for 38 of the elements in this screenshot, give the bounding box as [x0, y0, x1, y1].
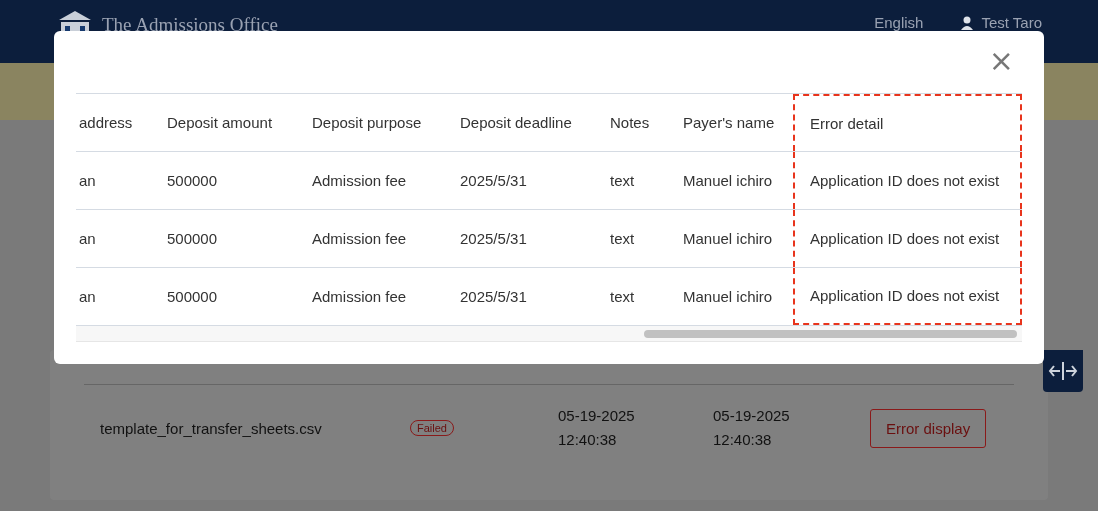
- table-cell-text: 500000: [166, 171, 219, 191]
- table-cell-text: Manuel ichiro: [682, 287, 774, 307]
- table-cell-text: Admission fee: [311, 287, 408, 307]
- horizontal-scrollbar[interactable]: [76, 326, 1022, 342]
- close-button[interactable]: ×: [984, 45, 1018, 77]
- column-header: Error detail: [793, 94, 1022, 151]
- table-cell: Application ID does not exist: [793, 210, 1022, 267]
- table-cell-text: Manuel ichiro: [682, 229, 774, 249]
- table-cell-text: text: [609, 171, 636, 191]
- table-cell-text: Manuel ichiro: [682, 171, 774, 191]
- column-header: Notes: [609, 113, 651, 133]
- resize-button[interactable]: [1043, 350, 1083, 392]
- table-cell-text: 500000: [166, 229, 219, 249]
- table-cell-text: Admission fee: [311, 229, 408, 249]
- user-menu[interactable]: Test Taro: [981, 14, 1042, 31]
- column-header: Deposit deadline: [459, 113, 573, 133]
- table-cell-text: an: [78, 171, 97, 191]
- table-cell-text: 500000: [166, 287, 219, 307]
- table-cell-text: text: [609, 229, 636, 249]
- table-cell-text: 2025/5/31: [459, 229, 528, 249]
- table-cell-text: Admission fee: [311, 171, 408, 191]
- column-header: Payer's name: [682, 113, 776, 133]
- column-header: address: [78, 113, 134, 133]
- table-cell-text: text: [609, 287, 636, 307]
- resize-icon: [1048, 361, 1078, 381]
- table-cell-text: an: [78, 229, 97, 249]
- start-time: 05-19-2025 12:40:38: [557, 406, 636, 450]
- table-cell: Application ID does not exist: [793, 152, 1022, 209]
- site-title: The Admissions Office: [102, 14, 278, 36]
- end-time: 05-19-2025 12:40:38: [712, 406, 791, 450]
- column-header: Deposit amount: [166, 113, 274, 133]
- column-header: Deposit purpose: [311, 113, 423, 133]
- language-menu[interactable]: English: [874, 14, 924, 31]
- user-icon: [961, 15, 974, 30]
- table-cell-text: 2025/5/31: [459, 171, 528, 191]
- table-cell-text: an: [78, 287, 97, 307]
- table-cell-text: 2025/5/31: [459, 287, 528, 307]
- file-name: template_for_transfer_sheets.csv: [100, 419, 323, 437]
